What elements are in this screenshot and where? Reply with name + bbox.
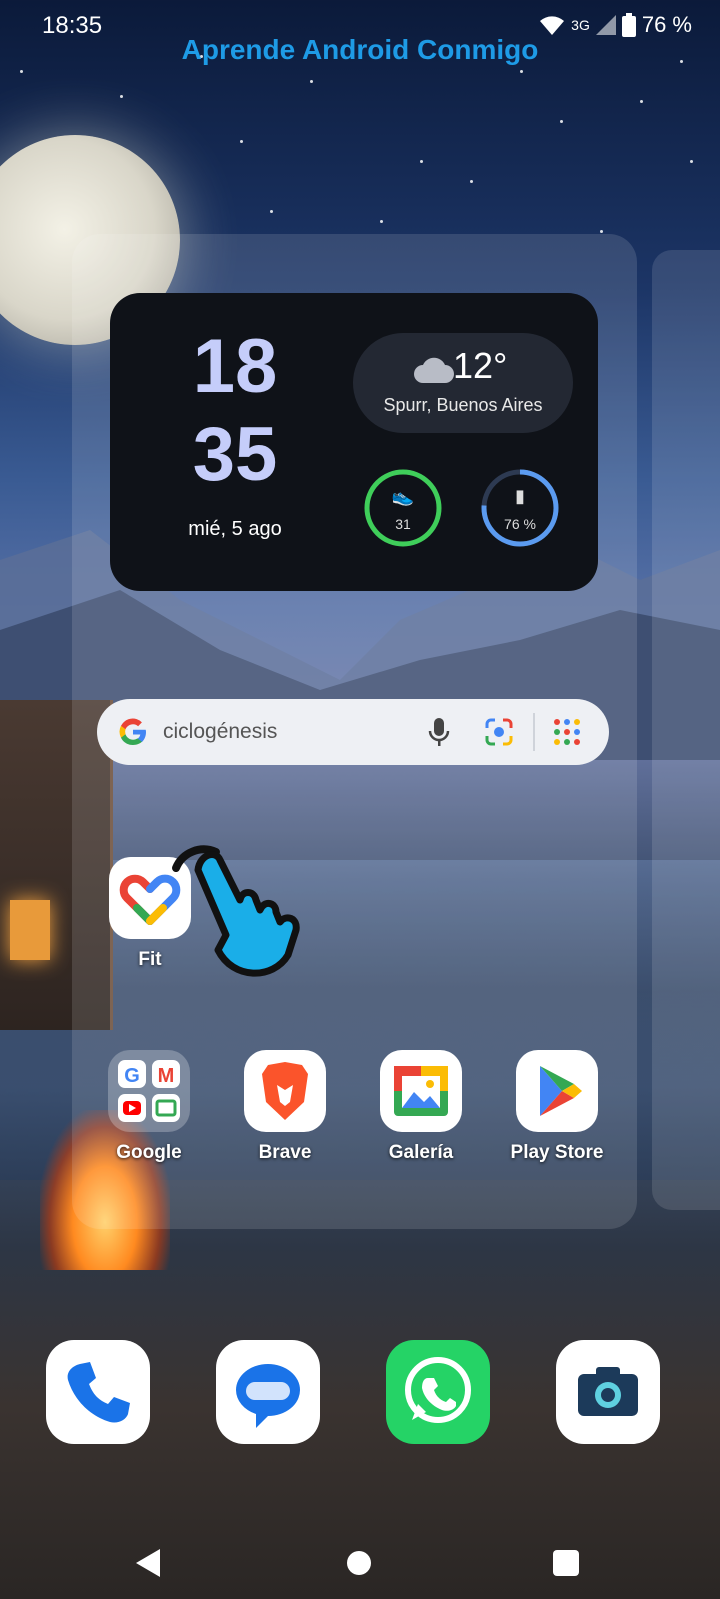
phone-icon — [46, 1340, 150, 1444]
google-folder-icon: G M — [108, 1050, 190, 1132]
app-label-google: Google — [116, 1142, 182, 1163]
wifi-icon — [540, 16, 565, 35]
apps-grid-icon[interactable] — [552, 717, 582, 747]
play-store-icon — [516, 1050, 598, 1132]
clock-hour: 18 — [192, 324, 278, 409]
app-label-play-store: Play Store — [510, 1142, 604, 1163]
camera-icon — [556, 1340, 660, 1444]
dock-camera[interactable] — [548, 1340, 668, 1444]
next-page-frame — [652, 250, 720, 1210]
battery-small-icon: ▮ — [515, 486, 525, 506]
weather-temperature: 12° — [453, 345, 508, 386]
google-search-bar[interactable]: ciclogénesis — [97, 699, 609, 765]
search-divider — [533, 713, 535, 751]
banner-title: Aprende Android Conmigo — [181, 34, 539, 65]
battery-ring-graphic — [481, 469, 559, 547]
app-label-galeria: Galería — [388, 1142, 454, 1163]
app-play-store[interactable]: Play Store — [497, 1050, 617, 1164]
folder-google[interactable]: G M Google — [89, 1050, 209, 1164]
clock-date: mié, 5 ago — [188, 518, 282, 540]
back-button[interactable] — [136, 1549, 160, 1577]
clock-minute: 35 — [192, 412, 278, 497]
shoe-icon: 👟 — [391, 486, 415, 506]
whatsapp-icon — [386, 1340, 490, 1444]
cabin-window — [10, 900, 50, 960]
app-brave[interactable]: Brave — [225, 1050, 345, 1164]
dock-messages[interactable] — [208, 1340, 328, 1444]
battery-value: 76 % — [504, 516, 536, 532]
google-g-icon — [119, 718, 146, 746]
steps-ring[interactable]: 👟 31 — [363, 468, 443, 548]
brave-icon — [244, 1050, 326, 1132]
weather-pill[interactable]: 12° Spurr, Buenos Aires — [353, 333, 573, 433]
mic-icon[interactable] — [425, 716, 453, 748]
cloud-icon — [414, 357, 454, 383]
svg-text:M: M — [158, 1065, 175, 1087]
google-lens-icon[interactable] — [483, 716, 515, 748]
weather-location: Spurr, Buenos Aires — [383, 395, 543, 415]
steps-value: 31 — [395, 516, 411, 532]
home-button[interactable] — [347, 1551, 371, 1575]
steps-ring-graphic — [364, 469, 442, 547]
dock-whatsapp[interactable] — [378, 1340, 498, 1444]
clock-widget[interactable]: 18 35 mié, 5 ago 12° Spurr, Buenos Aires… — [110, 293, 598, 591]
search-query[interactable]: ciclogénesis — [163, 720, 277, 744]
navigation-bar — [0, 1529, 720, 1599]
signal-icon — [595, 15, 616, 35]
recents-button[interactable] — [553, 1550, 579, 1576]
app-label-brave: Brave — [258, 1142, 312, 1163]
svg-text:G: G — [124, 1065, 140, 1087]
network-type: 3G — [571, 17, 590, 33]
dock-phone[interactable] — [38, 1340, 158, 1444]
battery-ring[interactable]: ▮ 76 % — [480, 468, 560, 548]
tap-hand-icon — [172, 845, 300, 977]
app-galeria[interactable]: Galería — [361, 1050, 481, 1164]
gallery-icon — [380, 1050, 462, 1132]
messages-icon — [216, 1340, 320, 1444]
